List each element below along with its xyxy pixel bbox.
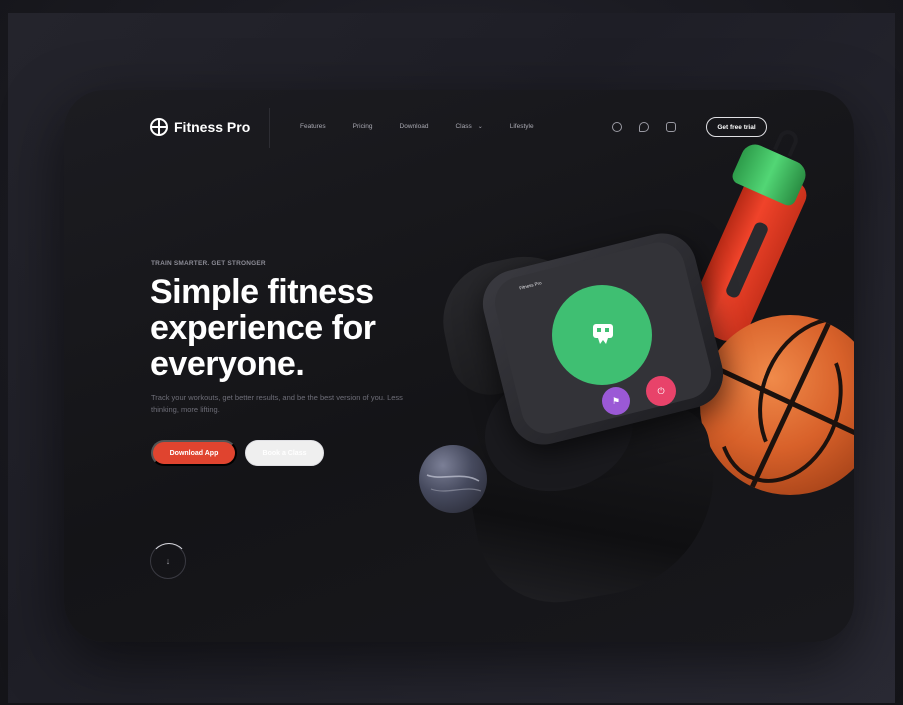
book-class-button[interactable]: Book a Class xyxy=(245,440,324,466)
nav-label: Download xyxy=(399,123,429,130)
scroll-down-button[interactable]: ↓ xyxy=(150,543,188,579)
twitter-icon[interactable] xyxy=(639,122,649,132)
dribbble-icon[interactable] xyxy=(612,122,622,132)
nav-item-features[interactable]: Features xyxy=(300,123,326,130)
brand-logo-link[interactable]: Fitness Pro xyxy=(150,118,250,136)
social-links xyxy=(612,122,676,132)
nav-label: Class xyxy=(455,123,472,130)
tennis-ball-illustration xyxy=(419,445,487,513)
nav-label: Pricing xyxy=(352,123,373,130)
nav-item-download[interactable]: Download xyxy=(400,123,429,130)
hero-headline: Simple fitness experience for everyone. xyxy=(150,273,376,383)
header-divider xyxy=(269,108,270,148)
main-nav: Features Pricing Download Class ⌄ Lifesty… xyxy=(300,123,561,130)
basketball-illustration xyxy=(700,315,854,495)
kettlebell-icon xyxy=(593,324,613,344)
hero-subtext: Track your workouts, get better results,… xyxy=(151,393,403,414)
arrow-down-icon: ↓ xyxy=(165,556,171,566)
hero-eyebrow: TRAIN SMARTER. GET STRONGER xyxy=(151,260,266,267)
download-app-button[interactable]: Download App xyxy=(151,440,237,466)
landing-card: Fitness Pro Features Pricing Download Cl… xyxy=(64,90,854,642)
brand-name: Fitness Pro xyxy=(174,119,251,135)
chevron-down-icon: ⌄ xyxy=(477,124,483,130)
nav-item-lifestyle[interactable]: Lifestyle xyxy=(510,123,534,130)
get-free-trial-button[interactable]: Get free trial xyxy=(706,117,767,137)
flag-icon: ⚑ xyxy=(602,387,630,415)
nav-item-pricing[interactable]: Pricing xyxy=(353,123,373,130)
ball-seam-lines xyxy=(426,474,482,492)
instagram-icon[interactable] xyxy=(666,122,676,132)
power-icon: ⏻ xyxy=(646,376,676,406)
nav-label: Features xyxy=(300,123,326,130)
nav-label: Lifestyle xyxy=(509,123,534,130)
nav-item-class[interactable]: Class ⌄ xyxy=(455,123,482,130)
basketball-logo-icon xyxy=(150,118,168,136)
